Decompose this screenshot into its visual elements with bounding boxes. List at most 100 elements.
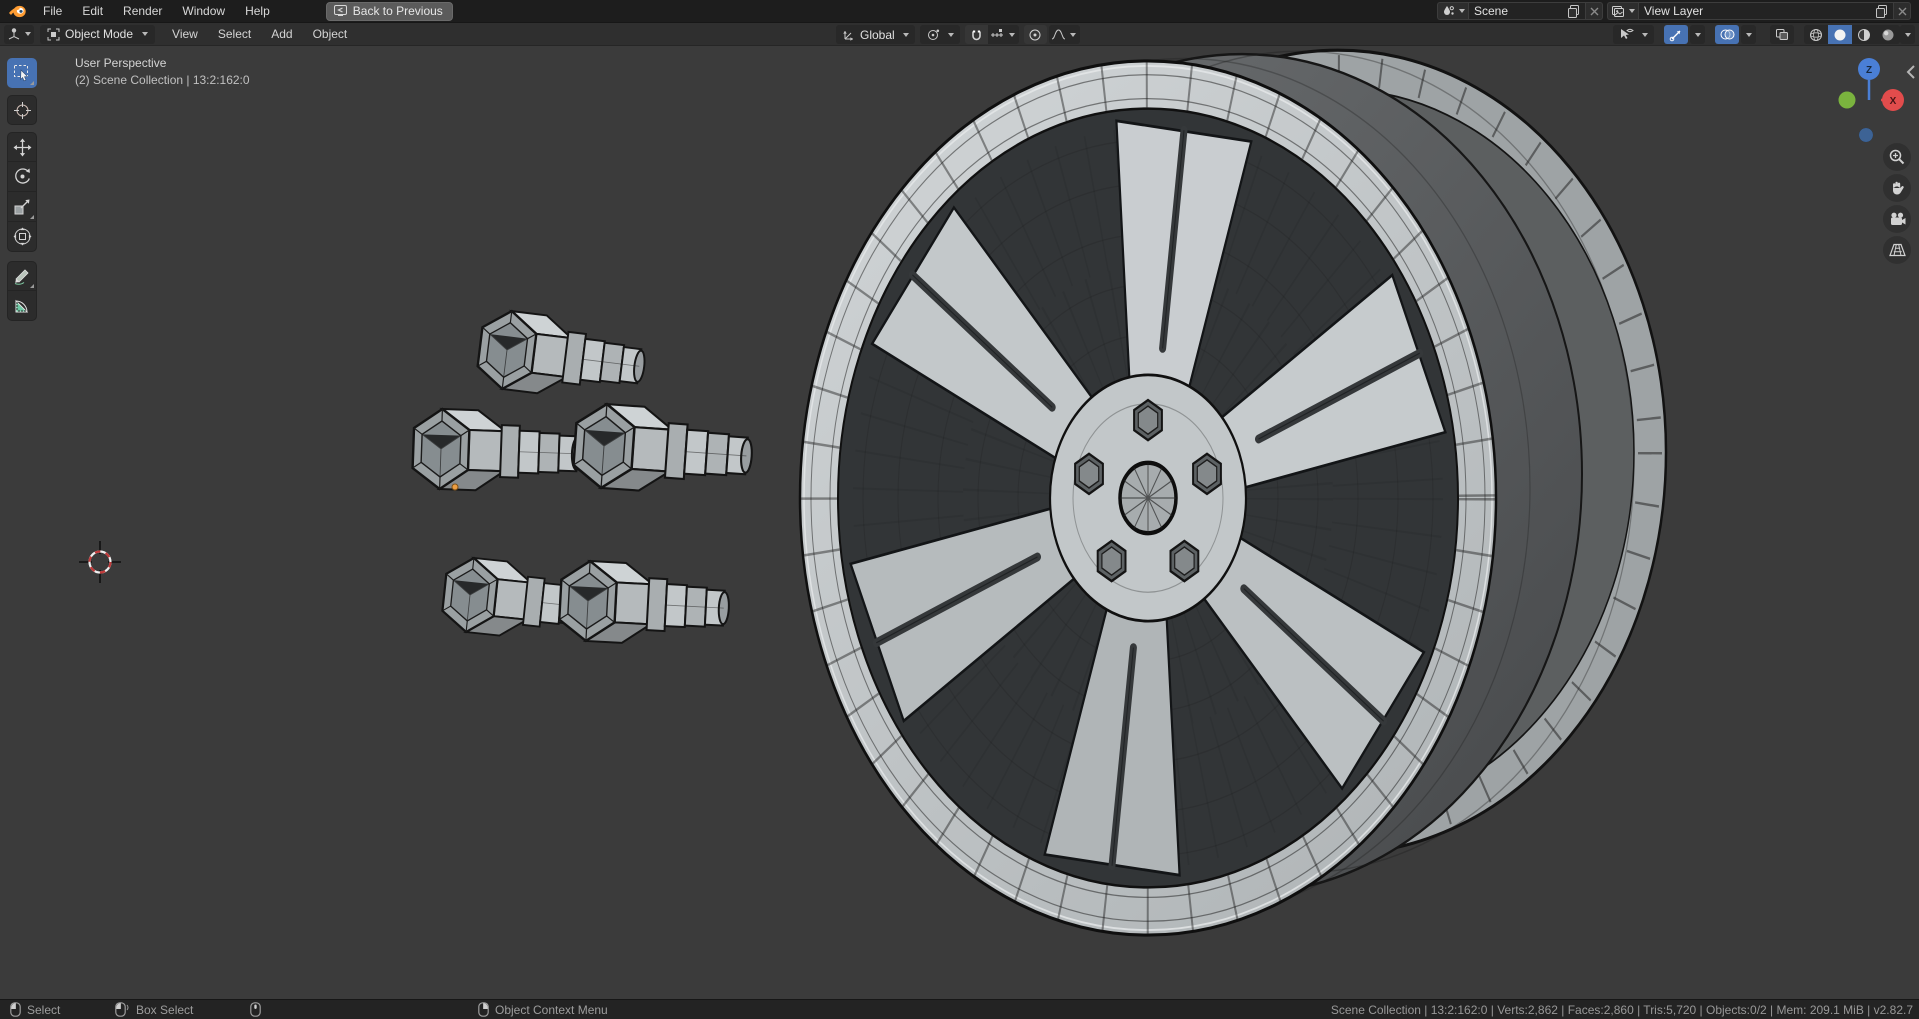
show-overlays-toggle[interactable] (1715, 25, 1739, 44)
hint-select: Select (10, 1002, 60, 1017)
wheel-rim-model[interactable] (798, 48, 1668, 937)
lug-nut-5 (557, 558, 733, 650)
menu-edit[interactable]: Edit (72, 0, 113, 22)
object-mode-icon (47, 28, 60, 40)
falloff-curve-icon (1051, 29, 1065, 40)
view-layer-selector: View Layer (1607, 2, 1911, 20)
lug-nut-1 (474, 306, 651, 407)
tool-transform[interactable] (7, 222, 37, 252)
tool-rotate[interactable] (7, 162, 37, 192)
mouse-middle-icon (250, 1002, 261, 1017)
pivot-point-icon (927, 29, 939, 40)
menu-render[interactable]: Render (113, 0, 172, 22)
snap-toggle[interactable] (964, 25, 988, 44)
chevron-down-icon (947, 32, 954, 37)
gizmo-options-chevron[interactable] (1690, 25, 1705, 44)
zoom-button[interactable] (1883, 143, 1911, 171)
chevron-down-icon (1745, 32, 1752, 37)
sidebar-collapse-arrow[interactable] (1905, 63, 1917, 81)
chevron-down-icon (25, 32, 31, 36)
chevron-down-icon (1459, 9, 1465, 13)
viewport-overlay-text: User Perspective (2) Scene Collection | … (75, 55, 250, 89)
view-layer-browse-button[interactable] (1607, 2, 1638, 20)
pan-button[interactable] (1883, 174, 1911, 202)
annotate-pencil-icon (14, 269, 29, 285)
proportional-falloff-dropdown[interactable] (1048, 25, 1080, 44)
scene-browse-button[interactable] (1437, 2, 1468, 20)
new-scene-icon[interactable] (1567, 4, 1580, 18)
toggle-perspective-button[interactable] (1883, 236, 1911, 264)
menu-view[interactable]: View (163, 22, 207, 46)
hint-context-menu: Object Context Menu (478, 1002, 608, 1017)
menu-select[interactable]: Select (209, 22, 260, 46)
unlink-scene-button[interactable] (1586, 2, 1603, 20)
shading-options-chevron[interactable] (1900, 25, 1915, 44)
blender-logo-icon[interactable] (8, 4, 27, 18)
viewport-3d[interactable] (0, 46, 1919, 999)
overlays-options-chevron[interactable] (1741, 25, 1756, 44)
remove-view-layer-button[interactable] (1894, 2, 1911, 20)
hint-middle-mouse (250, 1002, 267, 1017)
tool-move[interactable] (7, 132, 37, 162)
statusbar: Select Box Select Object Context Menu Sc… (0, 999, 1919, 1019)
tool-annotate[interactable] (7, 261, 37, 291)
lug-nut-2 (410, 406, 585, 496)
pivot-point-dropdown[interactable] (919, 25, 960, 44)
tool-cursor[interactable] (7, 95, 37, 125)
view-name-label: User Perspective (75, 56, 167, 70)
gizmo-icon (1669, 30, 1681, 41)
shading-solid-button[interactable] (1828, 25, 1852, 44)
shading-rendered-button[interactable] (1876, 25, 1900, 44)
proportional-editing-toggle[interactable] (1023, 25, 1047, 44)
camera-view-button[interactable] (1883, 205, 1911, 233)
perspective-grid-icon (1888, 243, 1906, 257)
transform-orientation-dropdown[interactable]: Global (836, 25, 915, 44)
collection-info-label: (2) Scene Collection | 13:2:162:0 (75, 73, 250, 87)
object-types-visibility-dropdown[interactable] (1613, 25, 1654, 44)
magnet-icon (971, 30, 981, 41)
show-gizmo-toggle[interactable] (1664, 25, 1688, 44)
scale-icon (14, 199, 30, 214)
menu-file[interactable]: File (33, 0, 72, 22)
object-origin-dot (451, 483, 459, 491)
snap-increment-icon (990, 29, 1003, 37)
shading-material-button[interactable] (1852, 25, 1876, 44)
hint-box-select: Box Select (115, 1002, 193, 1017)
select-box-icon (14, 65, 29, 82)
shading-wireframe-button[interactable] (1804, 25, 1828, 44)
new-view-layer-icon[interactable] (1875, 4, 1888, 18)
menu-object[interactable]: Object (304, 22, 357, 46)
chevron-down-icon (1008, 32, 1015, 37)
orientation-label: Global (860, 27, 895, 42)
tool-select-box[interactable] (7, 58, 37, 88)
mouse-left-drag-icon (115, 1002, 129, 1017)
material-sphere-icon (1858, 28, 1870, 41)
back-to-previous-button[interactable]: Back to Previous (325, 1, 453, 21)
camera-icon (1890, 212, 1905, 225)
scene-statistics: Scene Collection | 13:2:162:0 | Verts:2,… (1330, 1003, 1913, 1017)
tool-scale[interactable] (7, 192, 37, 222)
mode-selector[interactable]: Object Mode (40, 24, 156, 44)
editor-type-button[interactable] (4, 24, 34, 44)
tool-measure[interactable] (7, 291, 37, 321)
solid-sphere-icon (1834, 29, 1846, 40)
back-screen-icon (333, 4, 347, 17)
chevron-down-icon (902, 32, 909, 37)
view-layer-name: View Layer (1644, 4, 1704, 18)
rotate-icon (14, 168, 30, 184)
lug-nut-objects[interactable] (410, 306, 756, 650)
axis-y-ball[interactable] (1838, 91, 1856, 109)
snap-settings-dropdown[interactable] (987, 25, 1019, 44)
scene-icon (1444, 5, 1454, 15)
axis-z-label: Z (1866, 65, 1872, 76)
visibility-icon (1621, 28, 1634, 39)
editor-3d-viewport-icon (8, 28, 20, 40)
xray-icon (1776, 29, 1788, 40)
menu-help[interactable]: Help (235, 0, 280, 22)
menu-window[interactable]: Window (172, 0, 235, 22)
scene-name-field[interactable]: Scene (1468, 2, 1586, 20)
menu-add[interactable]: Add (262, 22, 301, 46)
toggle-xray-button[interactable] (1770, 25, 1794, 44)
wheel-hub (1048, 373, 1248, 623)
view-layer-name-field[interactable]: View Layer (1638, 2, 1894, 20)
